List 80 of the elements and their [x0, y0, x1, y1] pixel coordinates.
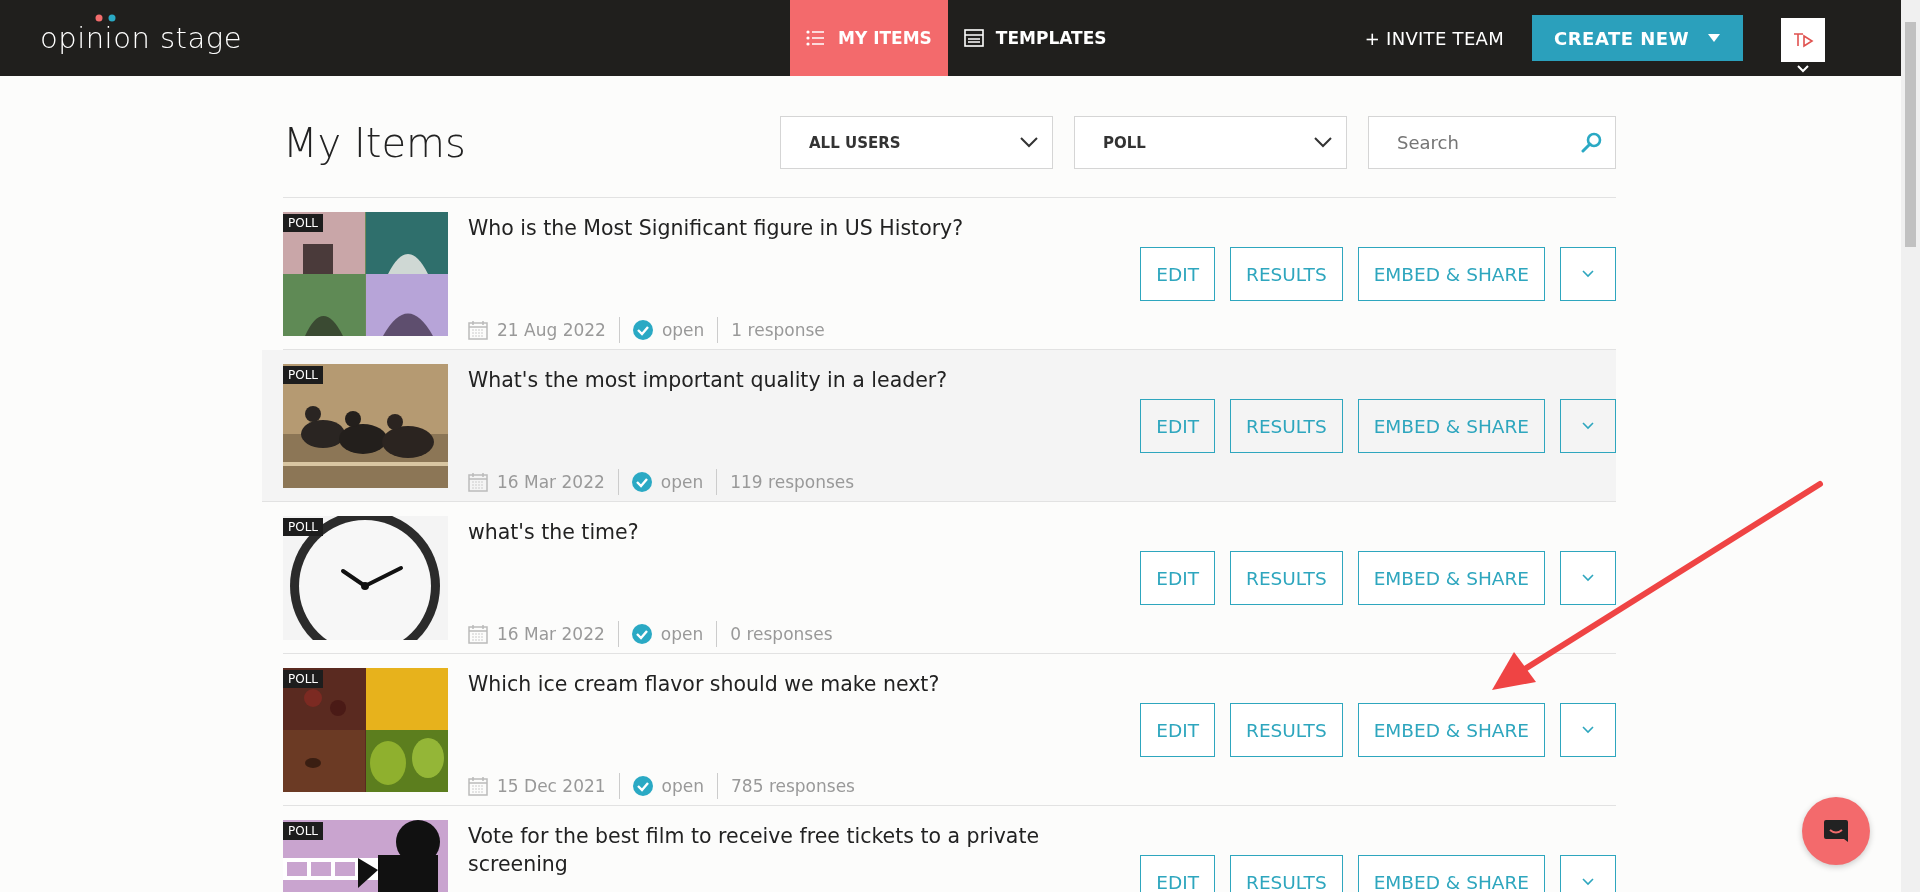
action-button[interactable]: EMBED & SHARE [1357, 247, 1545, 301]
action-button[interactable]: RESULTS [1230, 855, 1343, 892]
scrollbar-thumb[interactable] [1905, 22, 1916, 247]
date-text: 16 Mar 2022 [497, 624, 605, 644]
check-icon [632, 776, 653, 796]
chevron-icon [1582, 574, 1594, 582]
chevron-icon[interactable] [1797, 64, 1809, 73]
responses-count: 785 responses [731, 776, 855, 796]
caret-icon [1707, 33, 1721, 43]
action-button[interactable]: EDIT [1140, 551, 1216, 605]
chevron-icon [1314, 137, 1332, 148]
action-button[interactable]: EMBED & SHARE [1357, 703, 1545, 757]
poll-title[interactable]: What's the most important quality in a leader? [468, 366, 1088, 394]
chat-button[interactable] [1802, 797, 1870, 865]
search-field[interactable]: Search [1368, 116, 1616, 169]
logo-dots-icon [95, 13, 117, 23]
more-button[interactable] [1560, 551, 1616, 605]
calendar-icon [468, 624, 488, 644]
chevron-icon [1582, 878, 1594, 886]
action-button[interactable]: EDIT [1140, 855, 1216, 892]
nav-tab[interactable]: MY ITEMS [790, 0, 948, 76]
type-badge: POLL [283, 366, 324, 384]
invite-team-link[interactable]: + INVITE TEAM [1364, 27, 1505, 49]
action-button[interactable]: EDIT [1140, 703, 1216, 757]
action-button[interactable]: RESULTS [1230, 551, 1343, 605]
date-text: 15 Dec 2021 [497, 776, 606, 796]
calendar-icon [468, 320, 488, 340]
calendar-icon [468, 472, 488, 492]
type-badge: POLL [283, 822, 324, 840]
scrollbar[interactable] [1901, 0, 1920, 892]
nav-tab[interactable]: TEMPLATES [947, 0, 1123, 76]
chevron-icon [1582, 422, 1594, 430]
chevron-icon [1020, 137, 1038, 148]
poll-row[interactable]: POLL Which ice cream flavor should we make next? 15 Dec 2021 open 785 responses EDIT RESULTS EMBED & SHARE [283, 654, 1616, 806]
type-badge: POLL [283, 518, 324, 536]
action-button[interactable]: EMBED & SHARE [1357, 855, 1545, 892]
poll-row[interactable]: POLL what's the time? 16 Mar 2022 open 0 responses EDIT RESULTS EMBED & SHARE [283, 502, 1616, 654]
more-button[interactable] [1560, 703, 1616, 757]
poll-title[interactable]: Who is the Most Significant figure in US History? [468, 214, 1088, 242]
list-icon [806, 29, 826, 47]
template-icon [963, 29, 984, 47]
responses-count: 0 responses [730, 624, 833, 644]
account-avatar[interactable] [1781, 17, 1825, 62]
status-text: open [661, 776, 705, 796]
action-button[interactable]: EDIT [1140, 247, 1216, 301]
responses-count: 119 responses [730, 472, 855, 492]
status-text: open [660, 624, 704, 644]
action-button[interactable]: RESULTS [1230, 703, 1343, 757]
type-badge: POLL [283, 670, 324, 688]
check-icon [631, 624, 652, 644]
more-button[interactable] [1560, 247, 1616, 301]
poll-title[interactable]: Which ice cream flavor should we make next? [468, 670, 1088, 698]
action-button[interactable]: RESULTS [1230, 247, 1343, 301]
logo[interactable]: opinion stage [40, 21, 242, 55]
poll-title[interactable]: Vote for the best film to receive free tickets to a private screening [468, 822, 1088, 878]
check-icon [631, 472, 652, 492]
action-button[interactable]: EMBED & SHARE [1357, 399, 1545, 453]
poll-title[interactable]: what's the time? [468, 518, 1088, 546]
filter-dropdown[interactable]: ALL USERS [780, 116, 1053, 169]
chevron-icon [1582, 270, 1594, 278]
date-text: 21 Aug 2022 [497, 320, 606, 340]
action-button[interactable]: EDIT [1140, 399, 1216, 453]
poll-row[interactable]: POLL What's the most important quality in a leader? 16 Mar 2022 open 119 responses EDIT RESULTS EMBED & SHARE [262, 350, 1616, 502]
filter-dropdown[interactable]: POLL [1074, 116, 1347, 169]
create-new-button[interactable]: CREATE NEW [1532, 15, 1743, 61]
action-button[interactable]: EMBED & SHARE [1357, 551, 1545, 605]
action-button[interactable]: RESULTS [1230, 399, 1343, 453]
poll-row[interactable]: POLL Vote for the best film to receive free tickets to a private screening EDIT RESULTS EMBED & SHARE [283, 806, 1616, 892]
responses-count: 1 response [731, 320, 825, 340]
date-text: 16 Mar 2022 [497, 472, 605, 492]
chevron-icon [1582, 726, 1594, 734]
poll-row[interactable]: POLL Who is the Most Significant figure in US History? 21 Aug 2022 open 1 response EDIT RESULTS EMBED & SHARE [283, 198, 1616, 350]
type-badge: POLL [283, 214, 324, 232]
more-button[interactable] [1560, 399, 1616, 453]
search-icon [1581, 132, 1602, 153]
page-title: My Items [283, 119, 466, 166]
status-text: open [661, 320, 705, 340]
status-text: open [660, 472, 704, 492]
calendar-icon [468, 776, 488, 796]
check-icon [632, 320, 653, 340]
